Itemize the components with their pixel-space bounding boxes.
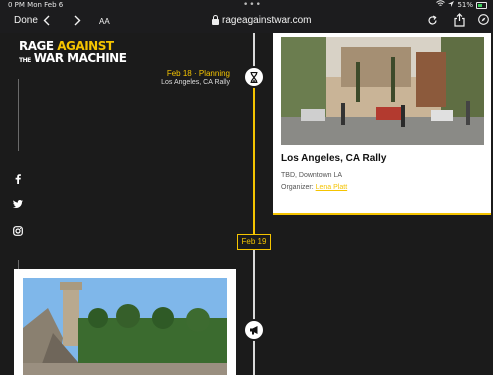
event-photo-sf: [23, 278, 227, 375]
address-bar[interactable]: rageagainstwar.com: [212, 14, 312, 26]
status-right: 51%: [436, 0, 487, 11]
event-card-la-rally[interactable]: Los Angeles, CA Rally TBD, Downtown LA O…: [273, 33, 491, 215]
instagram-icon[interactable]: [13, 226, 23, 236]
megaphone-icon: [243, 319, 265, 341]
wifi-icon: [436, 0, 446, 11]
reload-icon[interactable]: [427, 15, 438, 29]
left-divider: [18, 79, 19, 151]
multitask-dots-icon[interactable]: •••: [243, 0, 262, 11]
url-text: rageagainstwar.com: [222, 15, 312, 26]
ipad-screen: 0 PM Mon Feb 6 ••• 51% Done AA rageagain…: [0, 0, 493, 375]
forward-chevron-icon[interactable]: [74, 15, 81, 29]
lock-icon: [212, 14, 219, 25]
event-photo: [281, 37, 484, 145]
event-category: Feb 18 · Planning: [166, 69, 230, 78]
organizer-link[interactable]: Lena Platt: [316, 184, 348, 191]
back-chevron-icon[interactable]: [43, 15, 50, 29]
compass-icon[interactable]: [478, 14, 489, 28]
event-title[interactable]: Los Angeles, CA Rally: [281, 153, 386, 164]
timeline-line-active: [253, 87, 255, 239]
event-venue: TBD, Downtown LA: [281, 172, 343, 179]
browser-toolbar: Done AA rageagainstwar.com: [0, 11, 493, 33]
facebook-icon[interactable]: [13, 174, 23, 184]
event-organizer: Organizer: Lena Platt: [281, 184, 347, 191]
event-card-sf[interactable]: [14, 269, 236, 375]
organizer-label: Organizer:: [281, 184, 316, 191]
site-logo[interactable]: RAGE AGAINST THE WAR MACHINE: [19, 40, 127, 65]
hourglass-icon: [243, 66, 265, 88]
share-icon[interactable]: [454, 13, 465, 30]
event-summary-left[interactable]: Feb 18 · Planning Los Angeles, CA Rally: [110, 69, 230, 86]
status-time: 0 PM Mon Feb 6: [8, 1, 64, 9]
status-bar: 0 PM Mon Feb 6 ••• 51%: [0, 0, 493, 11]
twitter-icon[interactable]: [13, 200, 23, 210]
done-button[interactable]: Done: [14, 15, 38, 26]
date-tag: Feb 19: [237, 234, 271, 250]
logo-word-the: THE: [19, 57, 31, 64]
text-size-button[interactable]: AA: [99, 17, 110, 26]
website-content: RAGE AGAINST THE WAR MACHINE Feb 18 · Pla…: [0, 33, 493, 375]
battery-percent: 51%: [457, 1, 473, 9]
logo-word-war-machine: WAR MACHINE: [33, 51, 127, 65]
location-icon: [448, 0, 455, 11]
event-location: Los Angeles, CA Rally: [161, 79, 230, 86]
battery-icon: [476, 2, 487, 9]
